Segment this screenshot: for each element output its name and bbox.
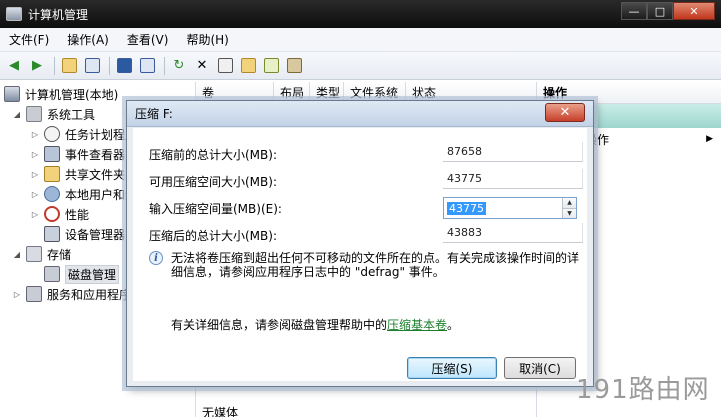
tree-item-system-tools[interactable]: ◢ 系统工具: [12, 104, 95, 124]
menu-file[interactable]: 文件(F): [0, 31, 58, 48]
field-label-shrink-amount: 输入压缩空间量(MB)(E):: [149, 201, 282, 216]
help-icon[interactable]: [114, 56, 134, 76]
tree-item-task-scheduler[interactable]: ▷ 任务计划程序: [30, 124, 137, 144]
toolbar-separator: [109, 56, 110, 75]
menu-bar: 文件(F) 操作(A) 查看(V) 帮助(H): [0, 28, 721, 52]
shared-folder-icon: [44, 166, 60, 182]
chevron-right-icon: ▶: [706, 134, 713, 144]
performance-icon: [44, 206, 60, 222]
dialog-title: 压缩 F:: [127, 101, 593, 127]
back-arrow-icon[interactable]: ◀: [4, 56, 24, 76]
collapse-arrow-icon[interactable]: ◢: [12, 110, 22, 119]
menu-view[interactable]: 查看(V): [118, 31, 178, 48]
window-title: 计算机管理: [28, 7, 89, 22]
expand-arrow-icon[interactable]: ▷: [30, 150, 40, 159]
cancel-button[interactable]: 取消(C): [504, 357, 576, 379]
forward-arrow-icon[interactable]: ▶: [27, 56, 47, 76]
shrink-amount-input[interactable]: 43775: [447, 201, 486, 215]
services-icon: [26, 286, 42, 302]
watermark: 191路由网: [576, 375, 710, 405]
open-folder-icon[interactable]: [238, 56, 258, 76]
expand-arrow-icon[interactable]: ▷: [30, 170, 40, 179]
close-button[interactable]: ✕: [673, 2, 715, 20]
spin-up-icon[interactable]: ▲: [563, 198, 576, 208]
tree-item-shared-folders[interactable]: ▷ 共享文件夹: [30, 164, 125, 184]
field-label-total-before: 压缩前的总计大小(MB):: [149, 147, 277, 162]
tree-item-disk-management[interactable]: 磁盘管理: [44, 264, 120, 284]
info-icon: i: [149, 251, 163, 265]
field-value-total-after: 43883: [443, 223, 583, 243]
window-controls: — □ ✕: [621, 2, 715, 20]
expand-arrow-icon[interactable]: ▷: [30, 190, 40, 199]
field-value-available-space: 43775: [443, 169, 583, 189]
toolbar-separator: [164, 56, 165, 75]
field-value-total-before: 87658: [443, 142, 583, 162]
settings-icon[interactable]: [284, 56, 304, 76]
clock-icon: [44, 126, 60, 142]
computer-management-icon: [6, 7, 22, 21]
tree-item-services-apps[interactable]: ▷ 服务和应用程序: [12, 284, 131, 304]
menu-action[interactable]: 操作(A): [58, 31, 118, 48]
spin-down-icon[interactable]: ▼: [563, 207, 576, 218]
info-message: i 无法将卷压缩到超出任何不可移动的文件所在的点。有关完成该操作时间的详细信息，…: [149, 251, 579, 279]
tree-item-root[interactable]: 计算机管理(本地): [4, 84, 118, 104]
tree-item-local-users[interactable]: ▷ 本地用户和组: [30, 184, 137, 204]
tree-item-storage[interactable]: ◢ 存储: [12, 244, 71, 264]
shrink-button[interactable]: 压缩(S): [407, 357, 497, 379]
device-manager-icon: [44, 226, 60, 242]
menu-help[interactable]: 帮助(H): [177, 31, 237, 48]
event-viewer-icon: [44, 146, 60, 162]
search-icon[interactable]: [261, 56, 281, 76]
delete-icon[interactable]: ✕: [192, 56, 212, 76]
tree-item-performance[interactable]: ▷ 性能: [30, 204, 89, 224]
expand-arrow-icon[interactable]: ▷: [30, 210, 40, 219]
properties-icon[interactable]: [215, 56, 235, 76]
toolbar-separator: [54, 56, 55, 75]
shrink-amount-stepper[interactable]: 43775 ▲ ▼: [443, 197, 577, 219]
tree-item-event-viewer[interactable]: ▷ 事件查看器: [30, 144, 125, 164]
tree-item-device-manager[interactable]: 设备管理器: [44, 224, 125, 244]
field-label-available-space: 可用压缩空间大小(MB):: [149, 174, 277, 189]
help-line: 有关详细信息，请参阅磁盘管理帮助中的压缩基本卷。: [171, 318, 460, 332]
dialog-body: 压缩前的总计大小(MB): 87658 可用压缩空间大小(MB): 43775 …: [133, 128, 587, 381]
tools-icon: [26, 106, 42, 122]
properties-pane-icon[interactable]: [137, 56, 157, 76]
storage-icon: [26, 246, 42, 262]
minimize-button[interactable]: —: [621, 2, 647, 20]
window-titlebar: 计算机管理 — □ ✕: [0, 0, 721, 28]
expand-arrow-icon[interactable]: ▷: [30, 130, 40, 139]
users-icon: [44, 186, 60, 202]
refresh-icon[interactable]: ↻: [169, 56, 189, 76]
maximize-button[interactable]: □: [647, 2, 673, 20]
computer-icon: [4, 86, 20, 102]
field-label-total-after: 压缩后的总计大小(MB):: [149, 228, 277, 243]
shrink-dialog: 压缩 F: ✕ 压缩前的总计大小(MB): 87658 可用压缩空间大小(MB)…: [126, 100, 594, 387]
toolbar: ◀ ▶ ↻ ✕: [0, 52, 721, 80]
help-link-shrink-basic-volume[interactable]: 压缩基本卷: [387, 318, 447, 332]
disk-management-icon: [44, 266, 60, 282]
collapse-arrow-icon[interactable]: ◢: [12, 250, 22, 259]
no-media-label: 无媒体: [202, 406, 239, 417]
dialog-close-button[interactable]: ✕: [545, 103, 585, 122]
expand-arrow-icon[interactable]: ▷: [12, 290, 22, 299]
show-hide-tree-icon[interactable]: [82, 56, 102, 76]
up-folder-icon[interactable]: [59, 56, 79, 76]
